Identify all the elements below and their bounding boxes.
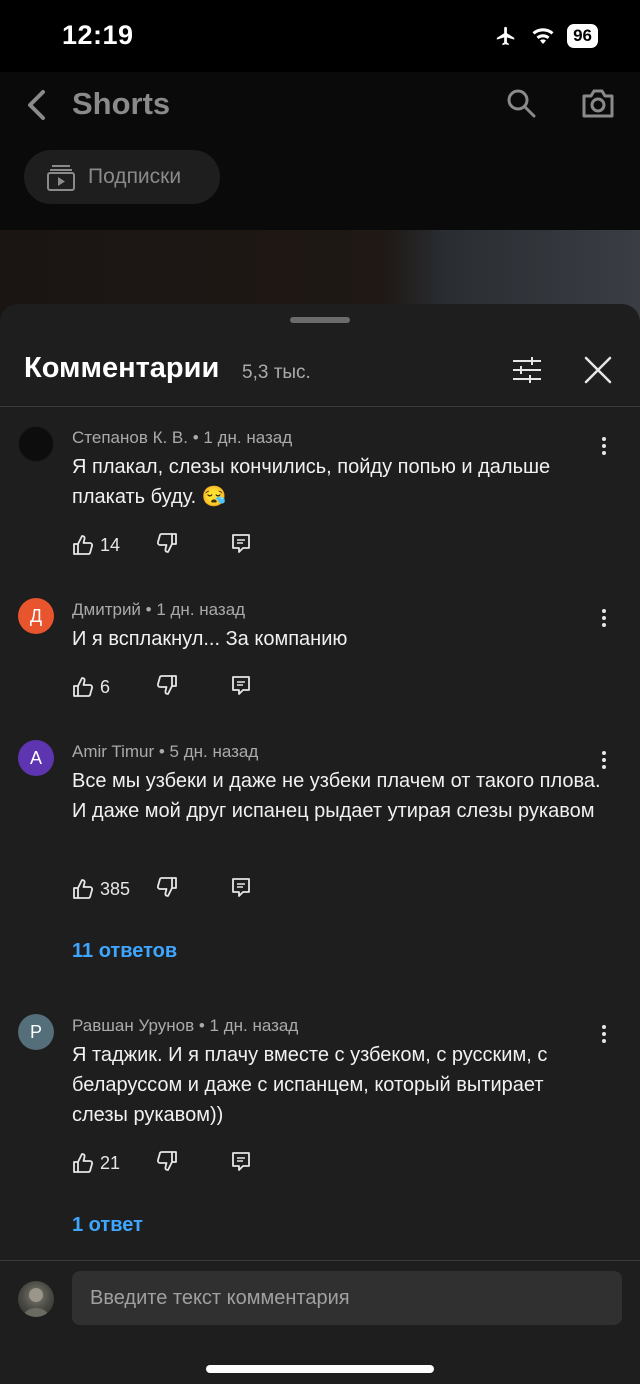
reply-icon (232, 533, 250, 553)
reply-icon (232, 877, 250, 897)
comment-text: Я плакал, слезы кончились, пойду попью и… (72, 456, 551, 508)
thumbs-down-icon (156, 1150, 177, 1171)
status-icons: 96 (493, 24, 598, 48)
thumbs-down-icon (156, 876, 177, 897)
subscriptions-icon (47, 165, 75, 191)
thumbs-up-icon (73, 1153, 94, 1173)
avatar[interactable]: A (18, 740, 54, 776)
comment-actions: 21 (72, 1150, 250, 1176)
reply-button[interactable] (230, 674, 252, 701)
like-count: 385 (100, 878, 131, 899)
dislike-button[interactable] (156, 876, 178, 903)
subscriptions-chip[interactable]: Подписки (24, 150, 220, 204)
comment-meta: Степанов К. В. • 1 дн. назад (72, 428, 293, 447)
page-title: Shorts (72, 86, 171, 121)
comment-text: И я всплакнул... За компанию (72, 628, 348, 650)
avatar[interactable] (18, 426, 54, 462)
status-bar: 12:19 96 (0, 0, 640, 72)
reply-button[interactable] (230, 1150, 252, 1177)
comment-meta: Amir Timur • 5 дн. назад (72, 742, 259, 761)
avatar[interactable]: Р (18, 1014, 54, 1050)
avatar[interactable]: Д (18, 598, 54, 634)
thumbs-up-icon (73, 879, 94, 899)
comment-actions: 6 (72, 674, 250, 700)
comment-meta: Дмитрий • 1 дн. назад (72, 600, 246, 619)
user-avatar[interactable] (18, 1281, 54, 1317)
home-indicator (206, 1365, 434, 1373)
more-options-icon[interactable] (592, 748, 616, 772)
comment-meta: Равшан Урунов • 1 дн. назад (72, 1016, 299, 1035)
comment-text: Я таджик. И я плачу вместе с узбеком, с … (72, 1044, 548, 1126)
like-button[interactable]: 385 (72, 878, 130, 900)
dislike-button[interactable] (156, 532, 178, 559)
battery-indicator: 96 (567, 24, 598, 48)
back-arrow-icon[interactable] (22, 86, 52, 124)
like-button[interactable]: 6 (72, 676, 110, 698)
subscriptions-label: Подписки (88, 165, 182, 188)
comment-text: Все мы узбеки и даже не узбеки плачем от… (72, 770, 601, 822)
dislike-button[interactable] (156, 1150, 178, 1177)
header-divider (0, 406, 640, 407)
like-button[interactable]: 14 (72, 534, 120, 556)
thumbs-down-icon (156, 532, 177, 553)
thumbs-up-icon (73, 535, 94, 555)
comments-sheet: Комментарии 5,3 тыс. Степанов К. В. • 1 … (0, 304, 640, 1384)
comment-input[interactable] (72, 1271, 622, 1325)
reply-button[interactable] (230, 876, 252, 903)
camera-icon[interactable] (580, 86, 616, 120)
reply-icon (232, 1151, 250, 1171)
view-replies-link[interactable]: 11 ответов (72, 940, 177, 963)
more-options-icon[interactable] (592, 1022, 616, 1046)
status-time: 12:19 (62, 20, 134, 50)
comments-count: 5,3 тыс. (242, 362, 311, 383)
comments-title: Комментарии (24, 352, 220, 384)
view-replies-link[interactable]: 1 ответ (72, 1214, 143, 1237)
top-bar: Shorts Подписки (0, 72, 640, 230)
like-count: 6 (100, 676, 111, 697)
drag-handle[interactable] (290, 317, 350, 323)
thumbs-down-icon (156, 674, 177, 695)
reply-button[interactable] (230, 532, 252, 559)
like-count: 14 (100, 534, 121, 555)
airplane-icon (496, 26, 515, 46)
thumbs-up-icon (73, 677, 94, 697)
more-options-icon[interactable] (592, 606, 616, 630)
more-options-icon[interactable] (592, 434, 616, 458)
comment-actions: 14 (72, 532, 250, 558)
like-button[interactable]: 21 (72, 1152, 120, 1174)
wifi-icon (532, 28, 554, 44)
comment-actions: 385 (72, 876, 250, 902)
reply-icon (232, 675, 250, 695)
like-count: 21 (100, 1152, 121, 1173)
close-icon[interactable] (582, 354, 614, 386)
dislike-button[interactable] (156, 674, 178, 701)
filter-icon[interactable] (510, 354, 544, 386)
search-icon[interactable] (504, 86, 538, 120)
comment-input-bar (0, 1260, 640, 1384)
